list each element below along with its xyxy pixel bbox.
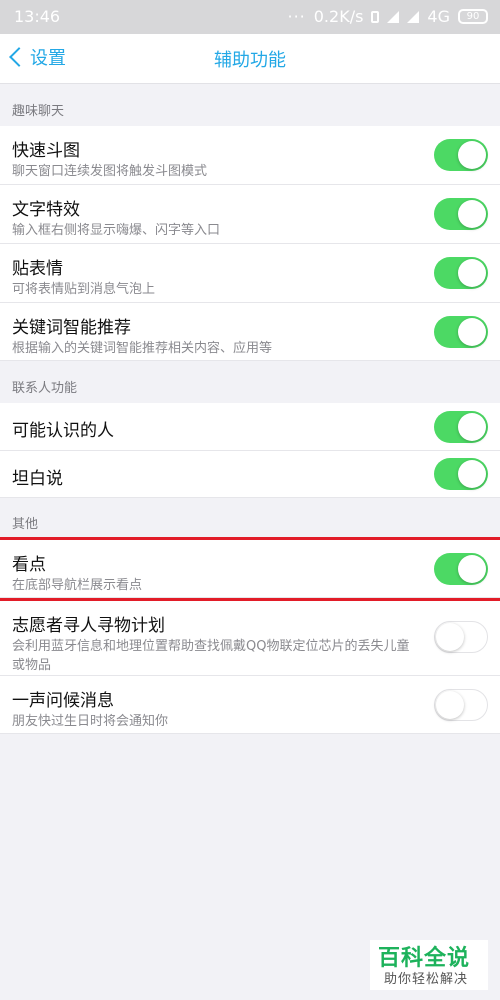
toggle-kandian[interactable] [434, 553, 488, 585]
toggle-sticker-bubble[interactable] [434, 257, 488, 289]
section-header-other: 其他 [12, 517, 39, 532]
setting-title: 快速斗图 [12, 141, 80, 161]
setting-subtitle: 聊天窗口连续发图将触发斗图模式 [12, 164, 208, 179]
setting-row-sticker-bubble[interactable]: 贴表情 可将表情贴到消息气泡上 [0, 244, 500, 303]
toggle-text-effects[interactable] [434, 198, 488, 230]
toggle-knob [458, 413, 486, 441]
network-type: 4G [427, 7, 450, 26]
setting-subtitle: 在底部导航栏展示看点 [12, 578, 143, 593]
setting-title: 可能认识的人 [12, 421, 114, 441]
setting-row-text-effects[interactable]: 文字特效 输入框右侧将显示嗨爆、闪字等入口 [0, 185, 500, 244]
watermark-slogan: 助你轻松解决 [384, 972, 469, 987]
setting-row-greeting-message[interactable]: 一声问候消息 朋友快过生日时将会通知你 [0, 676, 500, 734]
toggle-knob [458, 141, 486, 169]
page-title: 辅助功能 [214, 50, 286, 71]
toggle-knob [436, 623, 464, 651]
toggle-knob [458, 555, 486, 583]
toggle-knob [458, 460, 486, 488]
watermark-logo: 百科全说 助你轻松解决 [370, 940, 488, 990]
status-time: 13:46 [14, 7, 61, 26]
setting-row-people-you-may-know[interactable]: 可能认识的人 [0, 403, 500, 451]
toggle-keyword-recommend[interactable] [434, 316, 488, 348]
wifi-signal-icon [387, 10, 400, 23]
setting-subtitle: 会利用蓝牙信息和地理位置帮助查找佩戴QQ物联定位芯片的丢失儿童或物品 [12, 639, 410, 673]
cell-signal-icon [407, 10, 420, 23]
setting-subtitle: 朋友快过生日时将会通知你 [12, 714, 169, 729]
setting-title: 坦白说 [12, 469, 63, 489]
setting-row-volunteer-search[interactable]: 志愿者寻人寻物计划 会利用蓝牙信息和地理位置帮助查找佩戴QQ物联定位芯片的丢失儿… [0, 601, 500, 676]
setting-title: 一声问候消息 [12, 691, 114, 711]
battery-icon: 90 [458, 9, 488, 24]
toggle-knob [458, 259, 486, 287]
notification-dots-icon: ··· [287, 7, 306, 26]
setting-title: 关键词智能推荐 [12, 318, 131, 338]
vibrate-icon [371, 10, 380, 23]
setting-row-quick-sticker[interactable]: 快速斗图 聊天窗口连续发图将触发斗图模式 [0, 126, 500, 185]
toggle-quick-sticker[interactable] [434, 139, 488, 171]
setting-title: 贴表情 [12, 259, 63, 279]
setting-row-keyword-recommend[interactable]: 关键词智能推荐 根据输入的关键词智能推荐相关内容、应用等 [0, 303, 500, 361]
setting-subtitle: 根据输入的关键词智能推荐相关内容、应用等 [12, 341, 273, 356]
toggle-knob [458, 200, 486, 228]
setting-title: 看点 [12, 555, 46, 575]
toggle-volunteer-search[interactable] [434, 621, 488, 653]
toggle-confession[interactable] [434, 458, 488, 490]
setting-title: 志愿者寻人寻物计划 [12, 616, 165, 636]
setting-subtitle: 可将表情贴到消息气泡上 [12, 282, 156, 297]
section-header-contacts: 联系人功能 [12, 381, 78, 396]
nav-bar: 设置 辅助功能 [0, 34, 500, 84]
toggle-greeting-message[interactable] [434, 689, 488, 721]
setting-title: 文字特效 [12, 200, 80, 220]
network-speed: 0.2K/s [313, 7, 364, 26]
toggle-knob [458, 318, 486, 346]
status-icons: ··· 0.2K/s 4G 90 [287, 7, 488, 26]
status-bar: 13:46 ··· 0.2K/s 4G 90 [0, 0, 500, 34]
toggle-knob [436, 691, 464, 719]
section-header-fun-chat: 趣味聊天 [12, 104, 65, 119]
toggle-people-you-may-know[interactable] [434, 411, 488, 443]
setting-row-kandian[interactable]: 看点 在底部导航栏展示看点 [0, 540, 500, 598]
setting-subtitle: 输入框右侧将显示嗨爆、闪字等入口 [12, 223, 221, 238]
setting-row-confession[interactable]: 坦白说 [0, 451, 500, 498]
